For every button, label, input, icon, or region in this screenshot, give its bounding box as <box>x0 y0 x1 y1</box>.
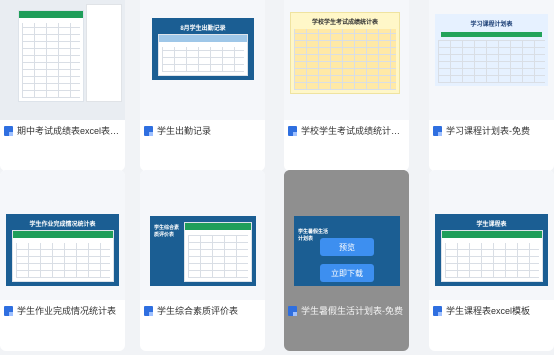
template-card[interactable]: 学生作业完成情况统计表 学生作业完成情况统计表 <box>0 170 125 351</box>
caption-text: 学生暑假生活计划表-免费 <box>301 306 403 316</box>
thumb-title: 学习课程计划表 <box>470 22 513 28</box>
template-thumbnail[interactable]: 8月学生出勤记录 <box>140 0 265 120</box>
blue-template-frame: 学习课程计划表 <box>435 14 548 86</box>
sheet-grid <box>294 29 396 90</box>
card-caption[interactable]: 学校学生考试成绩统计表... <box>288 124 405 137</box>
template-thumbnail[interactable]: 学生暑假生活计划表 预览 立即下载 <box>284 170 409 300</box>
card-caption[interactable]: 学习课程计划表-免费 <box>433 124 550 137</box>
template-thumbnail[interactable] <box>0 0 125 120</box>
card-caption[interactable]: 期中考试成绩表excel表格... <box>4 124 121 137</box>
template-thumbnail[interactable]: 学生作业完成情况统计表 <box>0 170 125 300</box>
caption-text: 学校学生考试成绩统计表... <box>301 126 405 136</box>
spreadsheet-preview <box>184 222 252 282</box>
paper-sheet <box>86 4 122 102</box>
excel-file-icon <box>4 125 13 136</box>
caption-text: 学生作业完成情况统计表 <box>17 306 117 316</box>
excel-file-icon <box>144 305 153 316</box>
card-caption[interactable]: 学生出勤记录 <box>144 124 261 137</box>
excel-file-icon <box>288 305 297 316</box>
download-button[interactable]: 立即下载 <box>320 264 374 282</box>
template-thumbnail[interactable]: 学生课程表 <box>429 170 554 300</box>
thumb-title: 学生综合素质评价表 <box>154 225 180 238</box>
table-header-bar <box>441 32 542 37</box>
blue-template-frame: 学生作业完成情况统计表 <box>6 214 119 286</box>
spreadsheet-preview <box>158 34 248 76</box>
template-card[interactable]: 学习课程计划表 学习课程计划表-免费 <box>429 0 554 171</box>
caption-text: 学生课程表excel模板 <box>446 306 531 316</box>
template-thumbnail[interactable]: 学生综合素质评价表 <box>140 170 265 300</box>
template-card[interactable]: 8月学生出勤记录 学生出勤记录 <box>140 0 265 171</box>
template-card[interactable]: 学生课程表 学生课程表excel模板 <box>429 170 554 351</box>
card-caption[interactable]: 学生综合素质评价表 <box>144 304 261 317</box>
sheet-header <box>442 231 542 238</box>
spreadsheet-preview <box>12 230 114 282</box>
sheet-header <box>19 11 83 18</box>
sheet-grid <box>16 243 110 278</box>
card-caption[interactable]: 学生作业完成情况统计表 <box>4 304 121 317</box>
card-caption[interactable]: 学生暑假生活计划表-免费 <box>288 304 405 317</box>
sheet-header <box>185 223 251 230</box>
blue-template-frame: 8月学生出勤记录 <box>152 18 254 80</box>
template-thumbnail[interactable]: 学校学生考试成绩统计表 <box>284 0 409 120</box>
sheet-grid <box>188 235 248 278</box>
template-card[interactable]: 学生综合素质评价表 学生综合素质评价表 <box>140 170 265 351</box>
preview-button[interactable]: 预览 <box>320 238 374 256</box>
caption-text: 学习课程计划表-免费 <box>446 126 530 136</box>
blue-template-frame: 学生课程表 <box>435 214 548 286</box>
template-card[interactable]: 学校学生考试成绩统计表 学校学生考试成绩统计表... <box>284 0 409 171</box>
thumb-title: 学生课程表 <box>476 222 507 228</box>
template-card[interactable]: 期中考试成绩表excel表格... <box>0 0 125 171</box>
card-caption[interactable]: 学生课程表excel模板 <box>433 304 550 317</box>
excel-file-icon <box>433 305 442 316</box>
sheet-grid <box>22 23 80 98</box>
thumb-title: 8月学生出勤记录 <box>180 26 226 32</box>
spreadsheet-preview <box>441 230 543 282</box>
caption-text: 学生出勤记录 <box>157 126 212 136</box>
sheet-header <box>13 231 113 238</box>
thumb-title: 学校学生考试成绩统计表 <box>311 20 378 26</box>
excel-file-icon <box>4 305 13 316</box>
yellow-template-frame: 学校学生考试成绩统计表 <box>290 12 400 94</box>
sheet-grid <box>438 40 545 83</box>
template-card-hover[interactable]: 学生暑假生活计划表 预览 立即下载 学生暑假生活计划表-免费 <box>284 170 409 351</box>
sheet-header <box>159 35 247 42</box>
blue-template-frame: 学生综合素质评价表 <box>150 216 256 286</box>
caption-text: 学生综合素质评价表 <box>157 306 239 316</box>
caption-text: 期中考试成绩表excel表格... <box>17 126 121 136</box>
sheet-grid <box>445 243 539 278</box>
sheet-grid <box>162 47 244 72</box>
template-thumbnail[interactable]: 学习课程计划表 <box>429 0 554 120</box>
excel-file-icon <box>288 125 297 136</box>
excel-file-icon <box>433 125 442 136</box>
excel-file-icon <box>144 125 153 136</box>
thumb-title: 学生作业完成情况统计表 <box>29 222 96 228</box>
spreadsheet-preview <box>18 10 84 102</box>
